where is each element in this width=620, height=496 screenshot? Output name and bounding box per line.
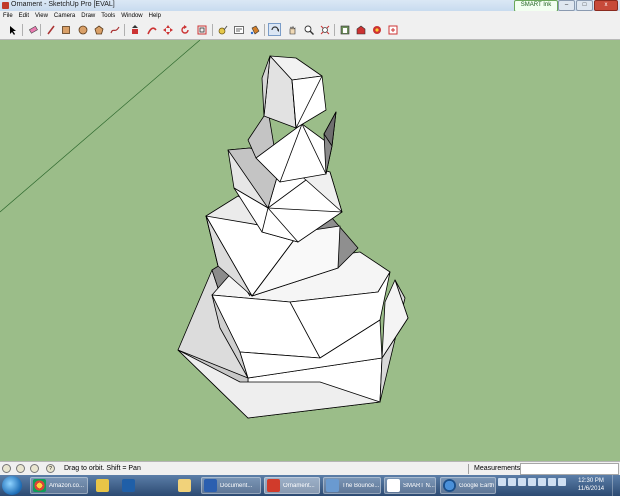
previous-view-tool-icon[interactable]: [338, 23, 351, 36]
show-desktop-button[interactable]: [612, 475, 620, 496]
taskbar-chrome[interactable]: Amazon.co...: [30, 477, 88, 494]
tray-icon[interactable]: [498, 478, 506, 486]
pen-app-icon: [96, 479, 109, 492]
taskbar-smart-notebook[interactable]: SMART N...: [384, 477, 436, 494]
polygon-tool-icon[interactable]: [92, 23, 105, 36]
credits-icon[interactable]: [16, 464, 25, 473]
taskbar-smart-label: SMART N...: [403, 482, 435, 489]
extension-warehouse-tool-icon[interactable]: [386, 23, 399, 36]
taskbar-sketchup[interactable]: Ornament...: [264, 477, 320, 494]
menu-tools[interactable]: Tools: [98, 11, 118, 21]
model-viewport[interactable]: [0, 40, 620, 461]
zoom-tool-icon[interactable]: [302, 23, 315, 36]
follow-me-tool-icon[interactable]: [145, 23, 158, 36]
push-pull-tool-icon[interactable]: [128, 23, 141, 36]
text-tool-icon[interactable]: [232, 23, 245, 36]
freehand-tool-icon[interactable]: [108, 23, 121, 36]
tape-measure-tool-icon[interactable]: [216, 23, 229, 36]
windows-taskbar: Amazon.co... Document... Ornament... The…: [0, 475, 620, 496]
menu-file[interactable]: File: [0, 11, 16, 21]
network-icon[interactable]: [538, 478, 546, 486]
taskbar-pen-app[interactable]: [94, 477, 116, 494]
window-title: Ornament - SketchUp Pro [EVAL]: [11, 1, 115, 8]
status-bar: ? Drag to orbit. Shift = Pan Measurement…: [0, 461, 620, 475]
tray-icon[interactable]: [508, 478, 516, 486]
bouncer-icon: [326, 479, 339, 492]
share-model-tool-icon[interactable]: [370, 23, 383, 36]
menu-edit[interactable]: Edit: [16, 11, 32, 21]
orbit-tool-icon[interactable]: [268, 23, 281, 36]
taskbar-google-earth[interactable]: Google Earth: [440, 477, 496, 494]
menu-bar: File Edit View Camera Draw Tools Window …: [0, 11, 620, 21]
menu-camera[interactable]: Camera: [51, 11, 78, 21]
taskbar-clock[interactable]: 12:30 PM 11/6/2014: [572, 477, 610, 493]
menu-draw[interactable]: Draw: [78, 11, 98, 21]
measurements-label: Measurements: [474, 465, 521, 472]
warehouse-tool-icon[interactable]: [354, 23, 367, 36]
taskbar-outlook[interactable]: [120, 477, 142, 494]
start-button[interactable]: [2, 476, 22, 495]
taskbar-bouncer-label: The Bounce...: [342, 482, 380, 489]
rectangle-tool-icon[interactable]: [59, 23, 72, 36]
minimize-button[interactable]: –: [558, 0, 575, 11]
taskbar-chrome-label: Amazon.co...: [49, 482, 85, 489]
outlook-icon: [122, 479, 135, 492]
google-earth-icon: [443, 479, 456, 492]
circle-tool-icon[interactable]: [76, 23, 89, 36]
chrome-icon: [33, 479, 46, 492]
paint-bucket-tool-icon[interactable]: [248, 23, 261, 36]
taskbar-word-label: Document...: [220, 482, 253, 489]
measurements-input[interactable]: [520, 463, 619, 475]
menu-window[interactable]: Window: [118, 11, 145, 21]
flag-icon[interactable]: [558, 478, 566, 486]
clock-date: 11/6/2014: [577, 486, 605, 492]
menu-help[interactable]: Help: [146, 11, 164, 21]
status-hint: Drag to orbit. Shift = Pan: [64, 465, 141, 472]
select-tool-icon[interactable]: [6, 23, 19, 36]
geo-location-icon[interactable]: [2, 464, 11, 473]
word-icon: [204, 479, 217, 492]
maximize-button[interactable]: □: [576, 0, 593, 11]
sketchup-app-icon: [2, 2, 9, 9]
tray-icon[interactable]: [528, 478, 536, 486]
sketchup-icon: [267, 479, 280, 492]
volume-icon[interactable]: [548, 478, 556, 486]
eraser-tool-icon[interactable]: [26, 23, 39, 36]
taskbar-explorer[interactable]: [176, 477, 198, 494]
system-tray: [498, 478, 566, 486]
folder-icon: [178, 479, 191, 492]
smart-notebook-icon: [387, 479, 400, 492]
measurements-divider: [468, 464, 469, 474]
taskbar-word[interactable]: Document...: [201, 477, 261, 494]
taskbar-google-earth-label: Google Earth: [459, 482, 495, 489]
clock-time: 12:30 PM: [578, 478, 604, 484]
pan-tool-icon[interactable]: [285, 23, 298, 36]
taskbar-bouncer[interactable]: The Bounce...: [323, 477, 381, 494]
move-tool-icon[interactable]: [161, 23, 174, 36]
green-axis-line: [0, 40, 201, 213]
main-toolbar: [0, 21, 620, 40]
title-bar: Ornament - SketchUp Pro [EVAL] SMART Ink…: [0, 0, 620, 12]
line-tool-icon[interactable]: [44, 23, 57, 36]
help-icon[interactable]: ?: [46, 464, 55, 473]
taskbar-sketchup-label: Ornament...: [283, 482, 315, 489]
menu-view[interactable]: View: [32, 11, 51, 21]
close-button[interactable]: x: [594, 0, 618, 11]
tray-icon[interactable]: [518, 478, 526, 486]
user-icon[interactable]: [30, 464, 39, 473]
ornament-model: [177, 55, 409, 419]
rotate-tool-icon[interactable]: [178, 23, 191, 36]
zoom-extents-tool-icon[interactable]: [318, 23, 331, 36]
offset-tool-icon[interactable]: [195, 23, 208, 36]
